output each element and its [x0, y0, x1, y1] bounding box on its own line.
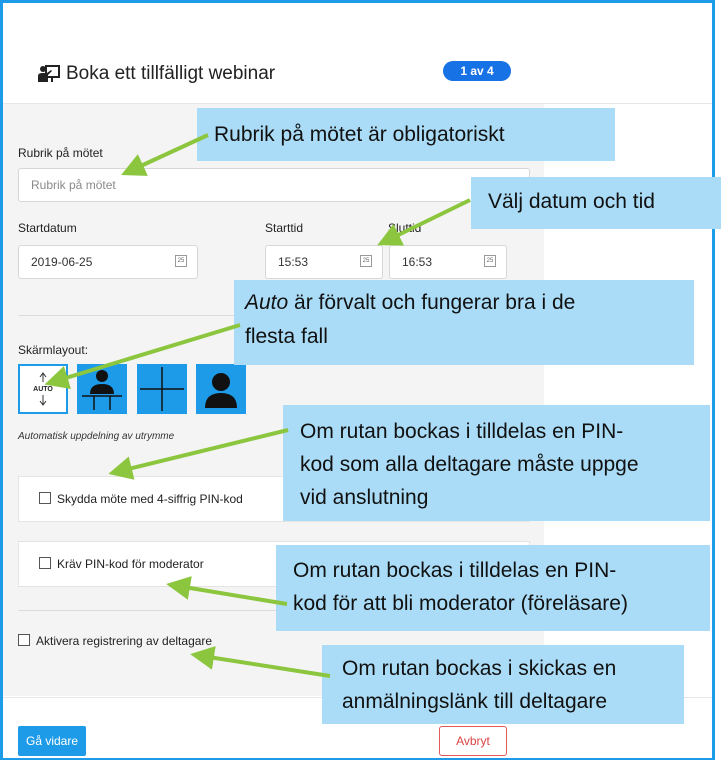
callout-mod-line2: kod för att bli moderator (föreläsare): [293, 592, 628, 615]
callout-datetime-text: Välj datum och tid: [488, 190, 655, 213]
registration-label: Aktivera registrering av deltagare: [36, 634, 213, 648]
moderator-pin-label: Kräv PIN-kod för moderator: [57, 557, 204, 571]
cancel-button[interactable]: Avbryt: [439, 726, 507, 756]
calendar-icon[interactable]: 25: [175, 255, 187, 267]
pin-checkbox-label: Skydda möte med 4-siffrig PIN-kod: [57, 492, 243, 506]
registration-checkbox[interactable]: [18, 634, 30, 646]
presenter-board-icon: [38, 65, 60, 82]
end-time-value: 16:53: [402, 255, 433, 269]
callout-pin-line2: kod som alla deltagare måste uppge: [300, 453, 639, 476]
dialog-title: Boka ett tillfälligt webinar: [38, 63, 275, 85]
callout-subject: Rubrik på mötet är obligatoriskt: [197, 108, 615, 161]
subject-input[interactable]: Rubrik på mötet: [18, 168, 530, 202]
callout-auto-line1: Auto är förvalt och fungerar bra i de: [245, 286, 694, 320]
speaker-icon: [205, 373, 237, 408]
screen-layout-label: Skärmlayout:: [18, 343, 89, 357]
start-date-input[interactable]: 2019-06-25 25: [18, 245, 198, 279]
pin-checkbox[interactable]: [39, 492, 51, 504]
callout-auto-line2: flesta fall: [245, 325, 328, 348]
layout-hint: Automatisk uppdelning av utrymme: [18, 431, 175, 442]
calendar-icon[interactable]: 25: [360, 255, 372, 267]
auto-layout-icon: AUTO: [33, 372, 53, 406]
layout-speaker-button[interactable]: [196, 364, 246, 414]
callout-moderator: Om rutan bockas i tilldelas en PIN- kod …: [276, 545, 710, 631]
end-time-input[interactable]: 16:53 25: [389, 245, 507, 279]
callout-subject-text: Rubrik på mötet är obligatoriskt: [214, 123, 505, 146]
start-date-label: Startdatum: [18, 221, 77, 235]
callout-datetime: Välj datum och tid: [471, 177, 721, 229]
callout-registration: Om rutan bockas i skickas en anmälningsl…: [322, 645, 684, 724]
callout-pin-line3: vid anslutning: [300, 486, 429, 509]
presenter-grid-icon: [82, 370, 122, 410]
layout-auto-button[interactable]: AUTO: [18, 364, 68, 414]
auto-label: AUTO: [33, 386, 53, 393]
callout-pin: Om rutan bockas i tilldelas en PIN- kod …: [283, 405, 710, 521]
start-time-label: Starttid: [265, 221, 304, 235]
callout-auto-line1-rest: är förvalt och fungerar bra i de: [288, 291, 576, 314]
start-time-input[interactable]: 15:53 25: [265, 245, 383, 279]
step-badge: 1 av 4: [443, 61, 511, 81]
layout-presenter-grid-button[interactable]: [77, 364, 127, 414]
moderator-pin-checkbox[interactable]: [39, 557, 51, 569]
calendar-icon[interactable]: 25: [484, 255, 496, 267]
subject-label: Rubrik på mötet: [18, 146, 103, 160]
dialog-header: Boka ett tillfälligt webinar 1 av 4: [3, 3, 712, 104]
callout-auto-em: Auto: [245, 291, 289, 314]
next-button[interactable]: Gå vidare: [18, 726, 86, 756]
callout-pin-line1: Om rutan bockas i tilldelas en PIN-: [300, 420, 624, 443]
registration-row[interactable]: Aktivera registrering av deltagare: [18, 634, 212, 648]
callout-reg-line1: Om rutan bockas i skickas en: [342, 657, 617, 680]
start-date-value: 2019-06-25: [31, 255, 93, 269]
callout-auto: Auto är förvalt och fungerar bra i de fl…: [234, 280, 694, 365]
start-time-value: 15:53: [278, 255, 309, 269]
end-time-label: Sluttid: [388, 221, 422, 235]
dialog-title-text: Boka ett tillfälligt webinar: [66, 63, 276, 84]
layout-grid-button[interactable]: [137, 364, 187, 414]
grid-four-icon: [140, 367, 184, 411]
callout-reg-line2: anmälningslänk till deltagare: [342, 690, 607, 713]
callout-mod-line1: Om rutan bockas i tilldelas en PIN-: [293, 559, 617, 582]
